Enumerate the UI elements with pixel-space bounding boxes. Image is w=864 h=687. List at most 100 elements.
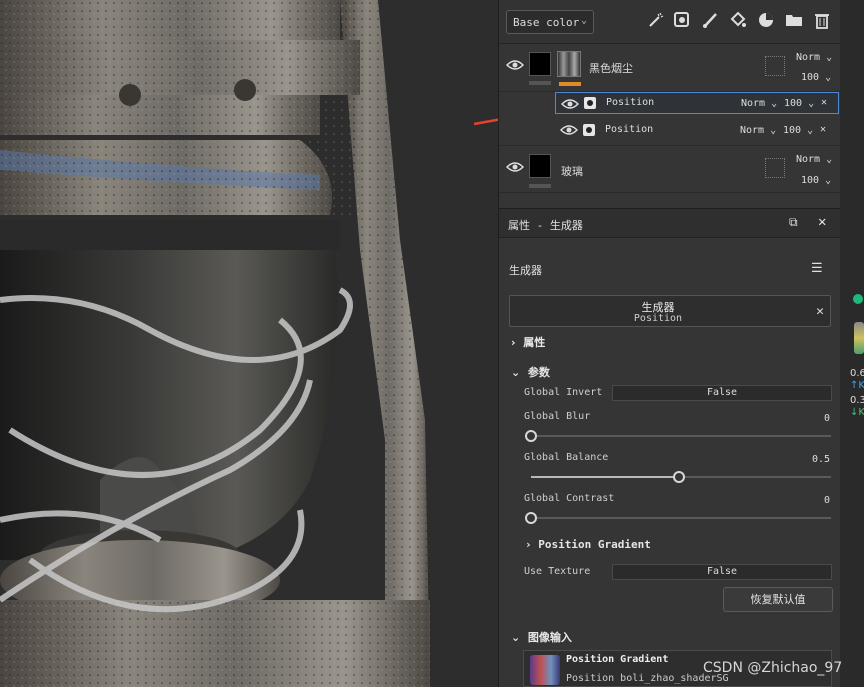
chevron-down-icon: ⌄ bbox=[511, 631, 521, 644]
layer-thumbnail bbox=[529, 52, 551, 76]
opacity-text: 100 bbox=[801, 175, 820, 186]
eye-icon[interactable] bbox=[506, 161, 524, 173]
chevron-down-icon: ⌄ bbox=[580, 15, 587, 26]
generator-subname: Position bbox=[633, 313, 683, 324]
effect-name: Position bbox=[606, 97, 655, 108]
global-contrast-label: Global Contrast bbox=[524, 493, 615, 504]
global-contrast-slider[interactable] bbox=[531, 517, 831, 519]
group-position-gradient[interactable]: › Position Gradient bbox=[525, 538, 651, 551]
layer-row[interactable]: 玻璃 Norm ⌄ 100 ⌄ bbox=[499, 145, 841, 193]
group-attributes-label: 属性 bbox=[523, 336, 546, 349]
close-icon[interactable]: ✕ bbox=[821, 97, 827, 108]
opacity-value[interactable]: 100 ⌄ bbox=[801, 72, 831, 83]
trash-icon[interactable] bbox=[811, 11, 833, 33]
blend-mode-value: Norm bbox=[740, 125, 765, 136]
strip-value: 0.3 bbox=[850, 395, 864, 406]
use-texture-label: Use Texture bbox=[524, 566, 591, 577]
menu-icon[interactable]: ☰ bbox=[811, 261, 823, 276]
global-blur-slider[interactable] bbox=[531, 435, 831, 437]
layer-name: 黑色烟尘 bbox=[589, 62, 633, 75]
effect-row-selected[interactable]: Position Norm ⌄ 100 ⌄ ✕ bbox=[555, 92, 839, 114]
opacity-text: 100 bbox=[783, 125, 802, 136]
group-position-gradient-label: Position Gradient bbox=[538, 538, 651, 551]
global-contrast-value[interactable]: 0 bbox=[824, 495, 830, 506]
group-image-input[interactable]: ⌄ 图像输入 bbox=[511, 629, 572, 645]
slider-fill bbox=[531, 476, 681, 478]
global-invert-label: Global Invert bbox=[524, 387, 603, 398]
blend-preview bbox=[765, 56, 785, 76]
blend-mode[interactable]: Norm ⌄ bbox=[740, 125, 776, 136]
group-image-input-label: 图像输入 bbox=[527, 631, 572, 644]
layer-indicator bbox=[529, 81, 551, 85]
layers-panel: Base color ⌄ 黑色烟尘 Norm ⌄ 100 ⌄ Position … bbox=[498, 0, 841, 687]
slider-handle[interactable] bbox=[525, 430, 537, 442]
brush-icon[interactable] bbox=[699, 11, 721, 33]
layer-row[interactable]: 黑色烟尘 Norm ⌄ 100 ⌄ bbox=[499, 44, 841, 92]
global-balance-label: Global Balance bbox=[524, 452, 609, 463]
blend-preview bbox=[765, 158, 785, 178]
global-invert-field[interactable]: False bbox=[612, 385, 832, 401]
chevron-down-icon: ⌄ bbox=[511, 366, 521, 379]
use-texture-field[interactable]: False bbox=[612, 564, 832, 580]
global-balance-value[interactable]: 0.5 bbox=[812, 454, 830, 465]
channel-select[interactable]: Base color ⌄ bbox=[506, 10, 594, 34]
paint-bucket-icon[interactable] bbox=[727, 11, 749, 33]
eye-icon[interactable] bbox=[560, 124, 578, 136]
blend-mode-value: Norm bbox=[741, 98, 766, 109]
generator-icon bbox=[583, 124, 595, 136]
reset-defaults-button[interactable]: 恢复默认值 bbox=[723, 587, 833, 612]
group-params-label: 参数 bbox=[527, 366, 550, 379]
watermark: CSDN @Zhichao_97 bbox=[703, 660, 843, 676]
strip-key-label: K bbox=[858, 407, 864, 418]
blend-mode[interactable]: Norm ⌄ bbox=[796, 154, 832, 165]
strip-key-label: K bbox=[858, 380, 864, 391]
status-dot bbox=[853, 294, 863, 304]
undock-icon[interactable]: ⧉ bbox=[789, 215, 798, 230]
slider-handle[interactable] bbox=[525, 512, 537, 524]
image-input-name: Position Gradient bbox=[566, 654, 669, 665]
layer-thumbnail bbox=[529, 154, 551, 178]
global-blur-label: Global Blur bbox=[524, 411, 591, 422]
eye-icon[interactable] bbox=[506, 59, 524, 71]
folder-icon[interactable] bbox=[783, 11, 805, 33]
lantern-render bbox=[0, 0, 498, 687]
mask-thumbnail bbox=[557, 51, 581, 77]
layer-name: 玻璃 bbox=[561, 165, 583, 178]
close-icon[interactable]: ✕ bbox=[818, 214, 826, 230]
layer-indicator bbox=[529, 184, 551, 188]
slider-handle[interactable] bbox=[673, 471, 685, 483]
opacity-value[interactable]: 100 ⌄ bbox=[784, 98, 814, 109]
effect-name: Position bbox=[605, 124, 654, 135]
section-title: 生成器 bbox=[509, 264, 542, 277]
opacity-value[interactable]: 100 ⌄ bbox=[801, 175, 831, 186]
properties-header: 属性 - 生成器 ⧉ ✕ bbox=[499, 208, 841, 238]
layer-toolbar: Base color ⌄ bbox=[499, 0, 841, 44]
generator-selector[interactable]: 生成器 Position ✕ bbox=[509, 295, 831, 327]
group-params[interactable]: ⌄ 参数 bbox=[511, 364, 550, 380]
blend-mode[interactable]: Norm ⌄ bbox=[796, 52, 832, 63]
chevron-right-icon: › bbox=[511, 336, 516, 349]
opacity-text: 100 bbox=[801, 72, 820, 83]
color-swatch[interactable] bbox=[854, 322, 864, 354]
group-attributes[interactable]: › 属性 bbox=[511, 334, 545, 350]
chevron-right-icon: › bbox=[525, 538, 532, 551]
blend-mode-value: Norm bbox=[796, 154, 821, 165]
opacity-value[interactable]: 100 ⌄ bbox=[783, 125, 813, 136]
eye-icon[interactable] bbox=[561, 98, 579, 110]
viewport[interactable] bbox=[0, 0, 498, 687]
blend-mode[interactable]: Norm ⌄ bbox=[741, 98, 777, 109]
strip-key: ↑K bbox=[850, 380, 864, 391]
magic-wand-icon[interactable] bbox=[645, 11, 667, 33]
fill-layer-icon[interactable] bbox=[671, 11, 693, 33]
blend-mode-value: Norm bbox=[796, 52, 821, 63]
mask-indicator bbox=[559, 82, 581, 86]
generator-icon bbox=[584, 97, 596, 109]
side-strip: 0.6 ↑K 0.3 ↓K bbox=[840, 0, 864, 687]
effect-row[interactable]: Position Norm ⌄ 100 ⌄ ✕ bbox=[555, 119, 839, 141]
close-icon[interactable]: ✕ bbox=[816, 304, 824, 319]
strip-value: 0.6 bbox=[850, 368, 864, 379]
global-blur-value[interactable]: 0 bbox=[824, 413, 830, 424]
channel-select-value: Base color bbox=[513, 16, 580, 29]
close-icon[interactable]: ✕ bbox=[820, 124, 826, 135]
color-picker-icon[interactable] bbox=[755, 11, 777, 33]
